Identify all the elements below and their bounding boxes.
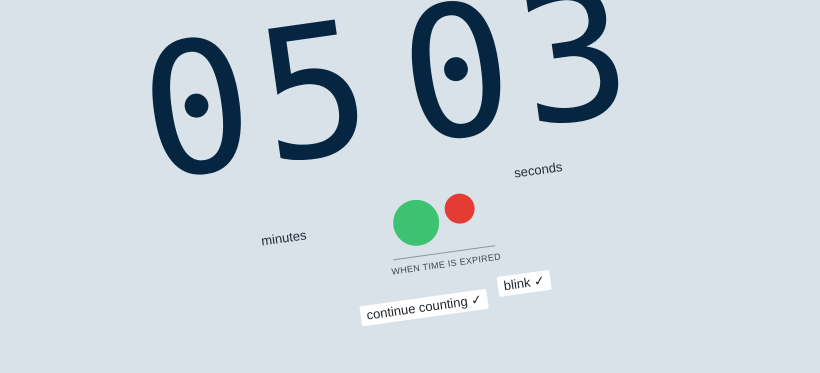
minutes-label: minutes	[260, 227, 308, 249]
seconds-ones-digit: 3	[504, 0, 643, 169]
minutes-ones-digit: 5	[244, 0, 383, 206]
time-display: 0 5 0 3	[128, 0, 709, 222]
expired-heading: WHEN TIME IS EXPIRED	[390, 251, 502, 277]
continue-counting-toggle[interactable]: continue counting ✓	[359, 288, 490, 327]
seconds-tens-digit: 0	[387, 0, 526, 186]
blink-toggle[interactable]: blink ✓	[496, 269, 553, 297]
stop-button[interactable]	[442, 191, 477, 226]
minutes-tens-digit: 0	[128, 0, 267, 222]
start-button[interactable]	[390, 196, 443, 249]
countdown-timer: 0 5 0 3 minutes seconds WHEN TIME IS EXP…	[0, 0, 820, 356]
